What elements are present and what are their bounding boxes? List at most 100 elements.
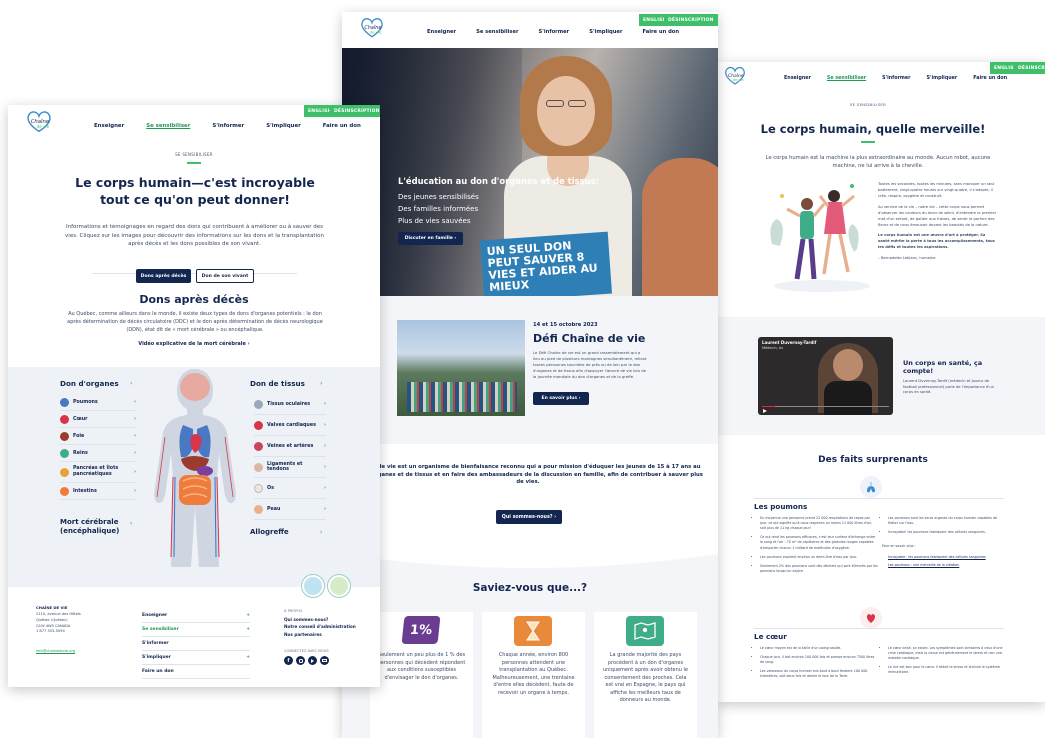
tissue-tissus-oculaires[interactable]: Tissus oculaires › bbox=[254, 394, 326, 415]
nav-enseigner[interactable]: Enseigner bbox=[784, 76, 811, 81]
heart-title: Le cœur bbox=[754, 632, 787, 641]
logo[interactable]: Chaîne de vie bbox=[360, 17, 384, 39]
intro-text: Informations et témoignages en regard de… bbox=[65, 224, 324, 248]
facebook-icon[interactable]: f bbox=[284, 656, 293, 665]
tissue-os[interactable]: Os › bbox=[254, 478, 326, 499]
nav-s-informer[interactable]: S'informer bbox=[539, 29, 570, 35]
chevron-right-icon: › bbox=[324, 464, 326, 470]
organ-foie[interactable]: Foie › bbox=[60, 428, 136, 445]
chevron-right-icon: › bbox=[134, 416, 136, 422]
hourglass-icon bbox=[514, 616, 552, 646]
lungs-link-1[interactable]: Incroyable : les poumons fabriquent des … bbox=[888, 555, 1006, 559]
play-icon[interactable] bbox=[763, 409, 767, 413]
organ-intestins[interactable]: Intestins › bbox=[60, 483, 136, 500]
chevron-right-icon: › bbox=[134, 469, 136, 475]
event-text: Le Défi Chaîne de vie est un grand rasse… bbox=[533, 350, 647, 379]
lungs-link-2[interactable]: Les poumons : une merveille de la créati… bbox=[888, 563, 1006, 567]
logo[interactable]: Chaîne de vie bbox=[724, 66, 746, 86]
plus-icon[interactable]: + bbox=[246, 613, 250, 618]
register-button[interactable]: DÉSINSCRIPTION bbox=[664, 14, 718, 26]
nav-se-sensibiliser[interactable]: Se sensibiliser bbox=[827, 76, 866, 81]
footer-menu-item[interactable]: Se sensibiliser + bbox=[142, 623, 250, 637]
nav-s-informer[interactable]: S'informer bbox=[882, 76, 910, 81]
nav-s-informer[interactable]: S'informer bbox=[212, 123, 244, 129]
svg-text:de vie: de vie bbox=[733, 78, 744, 82]
nav-enseigner[interactable]: Enseigner bbox=[427, 29, 456, 35]
page-title: Le corps humain, quelle merveille! bbox=[760, 122, 986, 136]
organ-label: Foie bbox=[73, 433, 85, 439]
organ-pancreas[interactable]: Pancréas et îlots pancréatiques › bbox=[60, 462, 136, 483]
brain-death-arrow[interactable]: › bbox=[130, 520, 132, 527]
footer-email[interactable]: info@chainedevie.org bbox=[36, 649, 75, 653]
footer-menu: Enseigner + Se sensibiliser + S'informer S… bbox=[142, 609, 250, 679]
nav-s-impliquer[interactable]: S'impliquer bbox=[589, 29, 622, 35]
footer-address: 2110, avenue des Hôtels Québec (Québec) … bbox=[36, 612, 81, 635]
intro-text: Le corps humain est la machine la plus e… bbox=[765, 155, 991, 170]
nav-faire-un-don[interactable]: Faire un don bbox=[642, 29, 679, 35]
nav-faire-un-don[interactable]: Faire un don bbox=[323, 123, 361, 129]
plus-icon[interactable]: + bbox=[246, 655, 250, 660]
video-title: Laurent Duvernay-Tardif bbox=[762, 340, 817, 345]
nav-s-impliquer[interactable]: S'impliquer bbox=[927, 76, 958, 81]
logo[interactable]: Chaîne de vie bbox=[26, 110, 52, 134]
allograft-arrow[interactable]: › bbox=[320, 529, 322, 536]
tissue-valves-cardiaques[interactable]: Valves cardiaques › bbox=[254, 415, 326, 436]
organ-coeur[interactable]: Cœur › bbox=[60, 411, 136, 428]
heart-fact: Chaque jour, il bat environ 100 000 fois… bbox=[760, 655, 878, 665]
footer-menu-item[interactable]: Faire un don bbox=[142, 665, 250, 679]
organ-reins[interactable]: Reins › bbox=[60, 445, 136, 462]
allograft-link[interactable]: Allogreffe bbox=[250, 528, 289, 536]
play-progress-bar[interactable] bbox=[762, 405, 889, 407]
quote-para-1: Toutes les secondes, toutes les minutes,… bbox=[878, 182, 995, 198]
facts-title: Des faits surprenants bbox=[818, 455, 928, 465]
who-are-we-button[interactable]: Qui sommes-nous? › bbox=[496, 510, 562, 524]
footer-menu-item[interactable]: S'informer bbox=[142, 637, 250, 651]
organs-title-arrow[interactable]: › bbox=[130, 380, 132, 387]
page-card-right: ENGLISH DÉSINSCRIPTION Chaînede vie Ense… bbox=[718, 62, 1045, 702]
nav-faire-un-don[interactable]: Faire un don bbox=[973, 76, 1007, 81]
heart-valve-icon bbox=[254, 420, 263, 430]
badge-icon bbox=[328, 575, 350, 597]
page-card-middle: ENGLISH DÉSINSCRIPTION Chaîne de vie Ense… bbox=[342, 12, 718, 738]
tissues-title-arrow[interactable]: › bbox=[320, 380, 322, 387]
footer-about-link[interactable]: Qui sommes-nous? bbox=[284, 616, 356, 623]
hero-line: Des familles informées bbox=[398, 204, 479, 213]
svg-text:de vie: de vie bbox=[370, 29, 382, 34]
liver-icon bbox=[60, 431, 69, 441]
organ-poumons[interactable]: Poumons › bbox=[60, 394, 136, 411]
nav-enseigner[interactable]: Enseigner bbox=[94, 123, 124, 129]
event-learn-more-button[interactable]: En savoir plus › bbox=[533, 392, 589, 405]
percent-icon: 1% bbox=[401, 616, 441, 644]
footer: CHAÎNE DE VIE 2110, avenue des Hôtels Qu… bbox=[8, 597, 380, 687]
tab-don-de-son-vivant[interactable]: Don de son vivant bbox=[196, 269, 254, 283]
plus-icon[interactable]: + bbox=[246, 627, 250, 632]
campaign-sign: UN SEUL DON PEUT SAUVER 8 VIES ET AIDER … bbox=[479, 231, 613, 296]
tissue-label: Valves cardiaques bbox=[267, 422, 316, 428]
youtube-icon[interactable] bbox=[308, 656, 317, 665]
tissue-label: Veines et artères bbox=[267, 443, 314, 449]
footer-menu-item[interactable]: Enseigner + bbox=[142, 609, 250, 623]
address-line: 2110, avenue des Hôtels bbox=[36, 612, 81, 616]
tissue-ligaments-tendons[interactable]: Ligaments et tendons › bbox=[254, 457, 326, 478]
footer-about-link[interactable]: Nos partenaires bbox=[284, 631, 356, 638]
footer-menu-item[interactable]: S'impliquer + bbox=[142, 651, 250, 665]
email-icon[interactable] bbox=[320, 656, 329, 665]
tissue-peau[interactable]: Peau › bbox=[254, 499, 326, 520]
brain-death-link[interactable]: Mort cérébrale (encéphalique) bbox=[60, 518, 120, 536]
tab-dons-apres-deces[interactable]: Dons après décès bbox=[136, 269, 191, 283]
chevron-right-icon: › bbox=[324, 506, 326, 512]
tissue-veines-arteres[interactable]: Veines et artères › bbox=[254, 436, 326, 457]
main-nav: Enseigner Se sensibiliser S'informer S'i… bbox=[784, 76, 1007, 81]
instagram-icon[interactable] bbox=[296, 656, 305, 665]
video-player[interactable]: Laurent Duvernay-Tardif Médecin, ex bbox=[758, 337, 893, 415]
video-link[interactable]: Vidéo explicative de la mort cérébrale › bbox=[8, 341, 380, 347]
nav-se-sensibiliser[interactable]: Se sensibiliser bbox=[476, 29, 518, 35]
chevron-right-icon: › bbox=[134, 433, 136, 439]
register-button[interactable]: DÉSINSCRIPTION bbox=[330, 105, 380, 117]
footer-org: CHAÎNE DE VIE bbox=[36, 605, 68, 610]
nav-se-sensibiliser[interactable]: Se sensibiliser bbox=[146, 123, 190, 129]
footer-about-link[interactable]: Notre conseil d'administration bbox=[284, 623, 356, 630]
register-button[interactable]: DÉSINSCRIPTION bbox=[1014, 62, 1045, 74]
nav-s-impliquer[interactable]: S'impliquer bbox=[266, 123, 301, 129]
discuss-family-button[interactable]: Discuter en famille › bbox=[398, 232, 463, 245]
